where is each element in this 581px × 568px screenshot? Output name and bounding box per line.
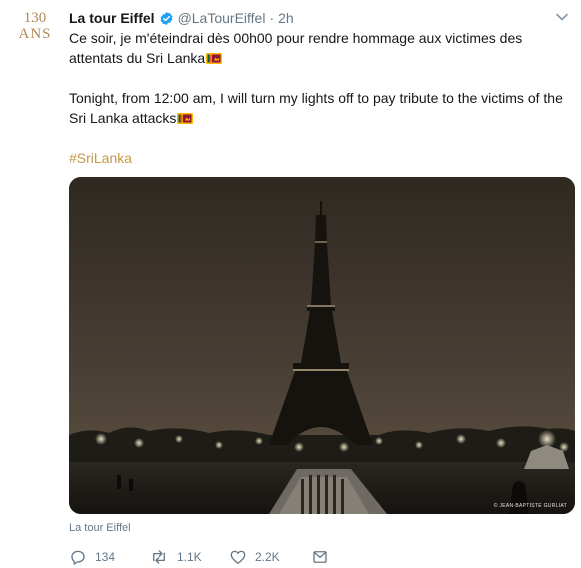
reply-button[interactable]: 134: [69, 548, 149, 566]
separator-dot: ·: [269, 10, 275, 26]
photo-credit: © JEAN-BAPTISTE GURLIAT: [493, 503, 567, 509]
avatar[interactable]: 130 ANS: [12, 10, 58, 56]
user-handle[interactable]: @LaTourEiffel: [178, 10, 266, 26]
timestamp[interactable]: 2h: [278, 10, 294, 26]
sri-lanka-flag-icon: [177, 113, 194, 124]
hashtag-link[interactable]: #SriLanka: [69, 150, 132, 166]
source-label[interactable]: La tour Eiffel: [69, 522, 131, 534]
tweet-photo[interactable]: © JEAN-BAPTISTE GURLIAT: [69, 177, 575, 514]
eiffel-tower-night-image: [69, 177, 575, 514]
avatar-label: ANS: [18, 26, 52, 42]
like-button[interactable]: 2.2K: [229, 548, 311, 566]
sri-lanka-flag-icon: [206, 53, 223, 64]
tweet-text: Ce soir, je m'éteindrai dès 00h00 pour r…: [69, 28, 574, 168]
avatar-number: 130: [23, 10, 47, 26]
direct-message-button[interactable]: [311, 548, 329, 566]
tweet-text-en-content: Tonight, from 12:00 am, I will turn my l…: [69, 90, 563, 126]
like-icon: [230, 550, 246, 565]
message-icon: [313, 551, 327, 563]
retweet-button[interactable]: 1.1K: [149, 548, 229, 566]
retweet-icon: [153, 550, 165, 564]
tweet-header: La tour Eiffel @LaTourEiffel · 2h: [69, 8, 294, 28]
tweet-text-fr-content: Ce soir, je m'éteindrai dès 00h00 pour r…: [69, 30, 523, 66]
chevron-down-icon[interactable]: [555, 10, 569, 24]
tweet-text-fr: Ce soir, je m'éteindrai dès 00h00 pour r…: [69, 28, 574, 68]
tweet-actions: 134 1.1K 2.2K: [69, 546, 329, 568]
reply-icon: [71, 550, 85, 565]
like-count: 2.2K: [255, 550, 280, 564]
reply-count: 134: [95, 550, 116, 564]
display-name[interactable]: La tour Eiffel: [69, 10, 155, 26]
retweet-count: 1.1K: [177, 550, 202, 564]
verified-badge-icon: [160, 11, 172, 25]
tweet-text-en: Tonight, from 12:00 am, I will turn my l…: [69, 88, 574, 128]
